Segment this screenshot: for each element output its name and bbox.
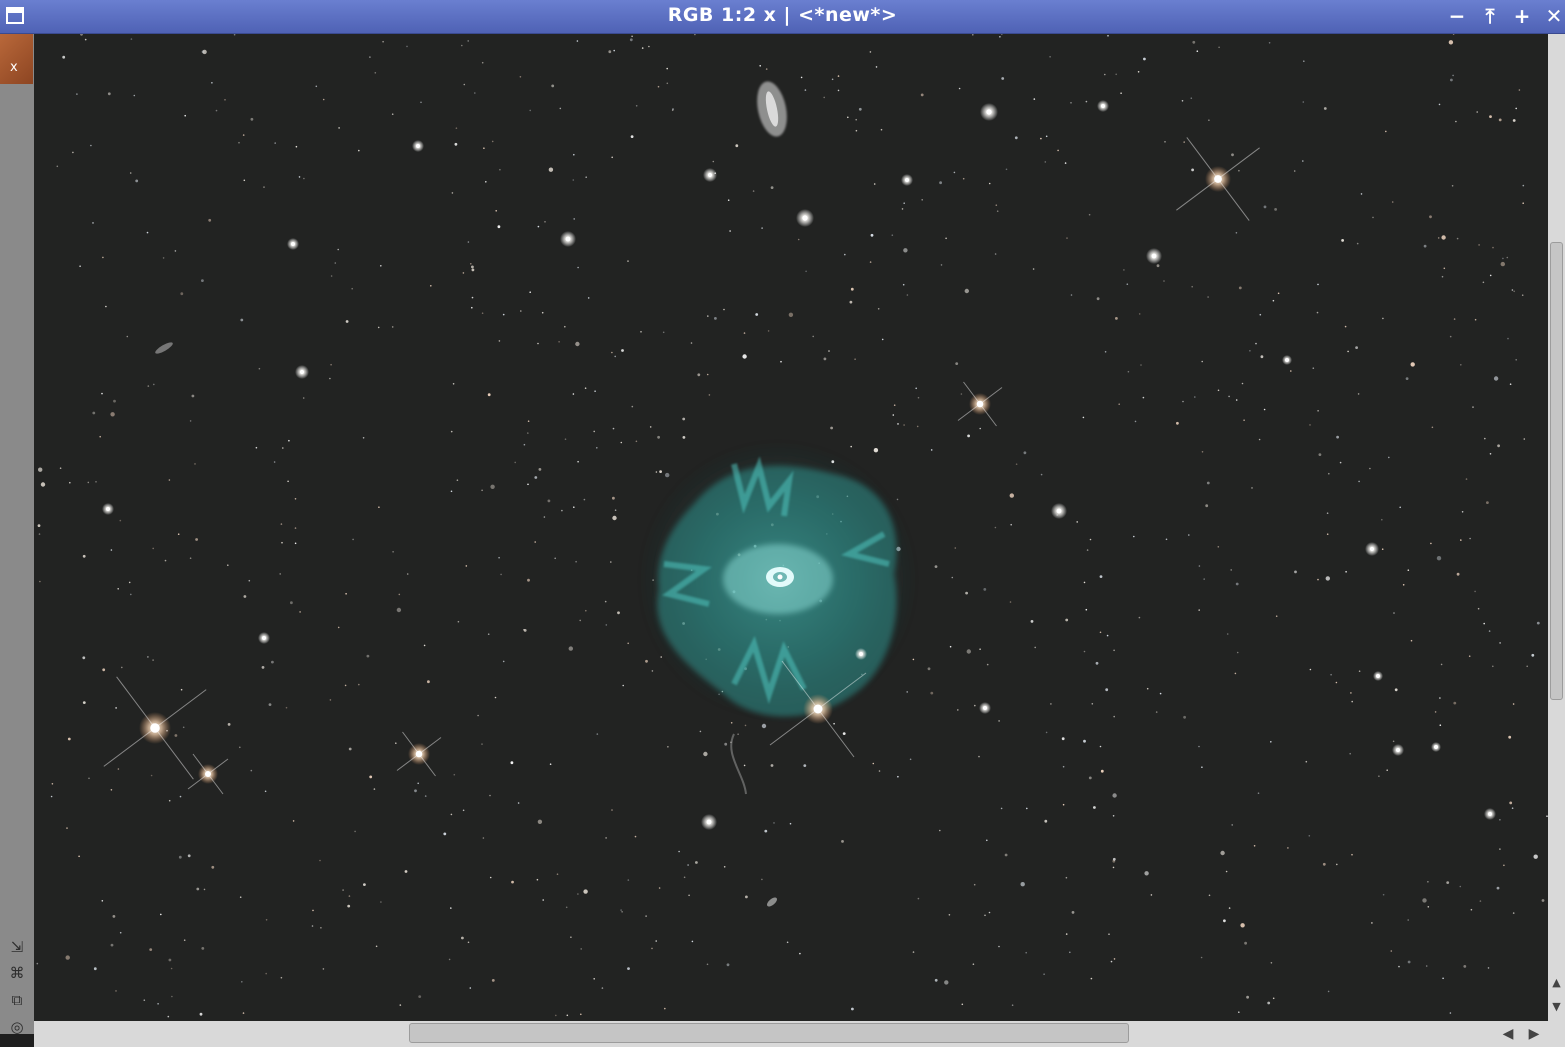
bright-star xyxy=(979,702,991,714)
close-tab-label: x xyxy=(10,60,18,75)
bright-star xyxy=(980,103,998,121)
scroll-up-arrow-icon[interactable]: ▲ xyxy=(1550,976,1563,990)
vertical-scrollbar[interactable]: ▲ ▼ xyxy=(1548,34,1565,1021)
scroll-left-arrow-icon[interactable]: ◀ xyxy=(1500,1025,1516,1043)
zoom-view-icon[interactable]: ⌘ xyxy=(8,964,26,982)
bright-star xyxy=(1431,742,1441,752)
horizontal-scrollbar[interactable]: ◀ ▶ xyxy=(34,1021,1565,1047)
bright-star xyxy=(1373,671,1383,681)
bright-star xyxy=(295,365,309,379)
astro-image xyxy=(34,34,1548,1021)
bright-star xyxy=(1282,355,1292,365)
minimize-icon[interactable]: − xyxy=(1446,5,1468,27)
bright-star xyxy=(1097,100,1109,112)
bright-star xyxy=(855,648,867,660)
bright-star xyxy=(258,632,270,644)
bright-star xyxy=(102,503,114,515)
close-icon[interactable]: ✕ xyxy=(1543,5,1565,27)
image-viewport[interactable] xyxy=(34,34,1548,1021)
clone-view-icon[interactable]: ⧉ xyxy=(8,991,26,1009)
bright-star xyxy=(287,238,299,250)
shade-icon[interactable]: ⤒ xyxy=(1479,5,1501,27)
preview-mode-icon[interactable]: ◎ xyxy=(8,1018,26,1036)
bright-star xyxy=(1051,503,1067,519)
maximize-icon[interactable]: + xyxy=(1511,5,1533,27)
bright-star xyxy=(560,231,576,247)
bright-star xyxy=(1392,744,1404,756)
window-title-bar[interactable]: RGB 1:2 x | <*new*> − ⤒ + ✕ xyxy=(0,0,1565,34)
close-view-tab[interactable]: x xyxy=(0,34,33,84)
vertical-scroll-thumb[interactable] xyxy=(1550,242,1563,700)
scroll-down-arrow-icon[interactable]: ▼ xyxy=(1550,1000,1563,1014)
bright-star xyxy=(701,814,717,830)
bright-star xyxy=(901,174,913,186)
fit-view-icon[interactable]: ⇲ xyxy=(8,938,26,956)
bright-star xyxy=(796,209,814,227)
view-sidebar xyxy=(0,34,34,1034)
bright-star xyxy=(1146,248,1162,264)
bright-star xyxy=(412,140,424,152)
scroll-right-arrow-icon[interactable]: ▶ xyxy=(1526,1025,1542,1043)
horizontal-scroll-thumb[interactable] xyxy=(409,1023,1129,1043)
bright-star xyxy=(703,168,717,182)
bright-star xyxy=(1484,808,1496,820)
bright-star xyxy=(1365,542,1379,556)
window-title: RGB 1:2 x | <*new*> xyxy=(667,4,898,26)
